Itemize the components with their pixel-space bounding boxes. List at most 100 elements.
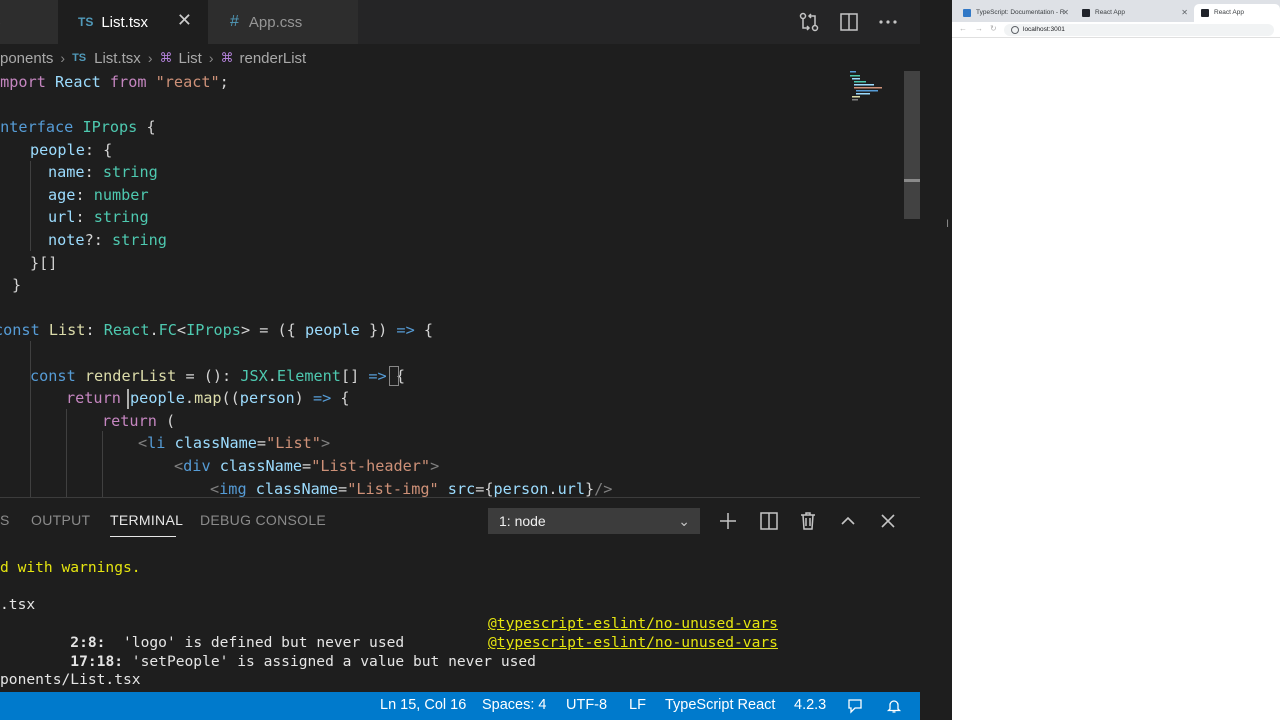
editor-tab-bar: › TS List.tsx ✕ # App.css (0, 0, 920, 44)
more-actions-icon[interactable] (876, 10, 900, 34)
code-line: <li className="List"> (138, 434, 331, 453)
chevron-right-icon: › (208, 50, 214, 66)
encoding-setting[interactable]: UTF-8 (566, 697, 607, 713)
react-favicon-icon (1082, 9, 1090, 17)
site-info-icon[interactable] (1011, 26, 1019, 34)
active-tab-indicator (110, 536, 176, 537)
editor-scrollbar[interactable] (904, 71, 920, 497)
terminal-line: ponents/List.tsx (0, 671, 141, 688)
terminal-line: 17:18: 'setPeople' is assigned a value b… (0, 633, 536, 670)
terminal-rule-link[interactable]: @typescript-eslint/no-unused-vars (488, 633, 778, 652)
bracket-match-highlight (389, 366, 399, 386)
chevron-right-icon: › (60, 50, 66, 66)
code-editor[interactable]: import React from "react"; interface IPr… (0, 71, 904, 497)
code-line: note?: string (48, 231, 167, 249)
browser-tab[interactable]: React App ✕ (1075, 4, 1193, 22)
close-icon[interactable]: ✕ (1181, 4, 1188, 22)
tab-output[interactable]: OUTPUT (31, 512, 90, 528)
tab-app-css[interactable]: # App.css (208, 0, 358, 44)
browser-viewport[interactable] (952, 38, 1280, 720)
tab-problems[interactable]: S (0, 512, 10, 528)
code-line: url: string (48, 208, 149, 227)
address-bar[interactable]: localhost:3001 (1004, 24, 1274, 36)
text-cursor-icon: I (946, 218, 950, 230)
css-file-icon: # (230, 13, 239, 30)
code-line: people: { (30, 140, 113, 159)
code-line: age: number (48, 185, 149, 204)
browser-window: TypeScript: Documentation - R ✕ React Ap… (952, 0, 1280, 720)
status-bar: Ln 15, Col 16 Spaces: 4 UTF-8 LF TypeScr… (0, 692, 920, 720)
terminal-message: 'setPeople' is assigned a value but neve… (123, 653, 536, 670)
notifications-bell-icon[interactable] (886, 698, 902, 714)
browser-tab-active[interactable]: React App (1194, 4, 1280, 22)
browser-toolbar: ← → ↻ localhost:3001 (952, 22, 1280, 38)
close-icon[interactable]: ✕ (177, 10, 192, 31)
cursor-position[interactable]: Ln 15, Col 16 (380, 697, 466, 713)
close-panel-icon[interactable] (878, 511, 898, 531)
bottom-panel: S OUTPUT TERMINAL DEBUG CONSOLE 1: node … (0, 497, 920, 692)
tab-debug-console[interactable]: DEBUG CONSOLE (200, 512, 326, 528)
terminal-select[interactable]: 1: node ⌄ (488, 508, 700, 534)
typescript-favicon-icon (963, 9, 971, 17)
browser-tab-label: React App (1095, 9, 1125, 16)
code-line: return people.map((person) => { (66, 389, 350, 408)
code-line: <div className="List-header"> (174, 457, 440, 475)
code-line: } (12, 276, 22, 295)
indent-guide (30, 161, 31, 251)
code-line: import React from "react"; (0, 73, 229, 91)
terminal-rule-link[interactable]: @typescript-eslint/no-unused-vars (488, 614, 778, 633)
add-terminal-icon[interactable] (718, 511, 738, 531)
terminal-select-value: 1: node (499, 513, 546, 529)
address-bar-url: localhost:3001 (1023, 26, 1065, 33)
close-icon[interactable]: ✕ (1062, 4, 1069, 22)
code-line: <img className="List-img" src={person.ur… (210, 479, 613, 497)
typescript-file-icon: TS (72, 52, 87, 64)
symbol-variable-icon: ⌘ (220, 50, 234, 65)
typescript-version[interactable]: 4.2.3 (794, 697, 826, 713)
language-mode[interactable]: TypeScript React (665, 697, 775, 713)
scrollbar-cursor-mark (904, 179, 920, 182)
tab-previous-file[interactable]: › (0, 0, 58, 44)
window-gap: I (920, 0, 952, 720)
terminal-line: 2:8: 'logo' is defined but never used (0, 614, 404, 651)
code-line: interface IProps { (0, 118, 156, 136)
reload-icon[interactable]: ↻ (990, 24, 997, 33)
indent-guide (66, 409, 67, 497)
feedback-icon[interactable] (847, 698, 863, 714)
tab-label: App.css (248, 13, 303, 31)
tab-label: List.tsx (101, 13, 149, 31)
terminal-output[interactable]: d with warnings. .tsx 2:8: 'logo' is def… (0, 553, 920, 693)
split-terminal-icon[interactable] (759, 511, 779, 531)
tab-terminal[interactable]: TERMINAL (110, 512, 183, 528)
symbol-variable-icon: ⌘ (159, 50, 173, 65)
chevron-up-icon[interactable] (838, 511, 858, 531)
terminal-line: d with warnings. (0, 559, 141, 576)
code-line: return ( (102, 411, 176, 430)
open-changes-icon[interactable] (797, 10, 821, 34)
code-line: const renderList = (): JSX.Element[] => … (30, 366, 405, 385)
breadcrumb-symbol[interactable]: renderList (240, 50, 307, 67)
browser-tab-strip: TypeScript: Documentation - R ✕ React Ap… (952, 0, 1280, 22)
breadcrumb-folder[interactable]: ponents (0, 50, 53, 67)
scrollbar-thumb[interactable] (904, 71, 920, 219)
terminal-line: .tsx (0, 596, 36, 613)
breadcrumb-symbol[interactable]: List (178, 50, 201, 67)
trash-icon[interactable] (798, 511, 818, 531)
tab-close-icon[interactable]: › (0, 14, 1, 30)
browser-tab[interactable]: TypeScript: Documentation - R ✕ (956, 4, 1074, 22)
eol-setting[interactable]: LF (629, 697, 646, 713)
tab-list-tsx[interactable]: TS List.tsx ✕ (58, 0, 208, 44)
back-arrow-icon[interactable]: ← (959, 24, 967, 33)
code-line: }[] (30, 253, 58, 272)
indentation-setting[interactable]: Spaces: 4 (482, 697, 547, 713)
split-editor-icon[interactable] (837, 10, 861, 34)
breadcrumb-file[interactable]: List.tsx (94, 50, 141, 67)
code-line: const List: React.FC<IProps> = ({ people… (0, 321, 434, 340)
chevron-right-icon: › (147, 50, 153, 66)
react-favicon-icon (1201, 9, 1209, 17)
forward-arrow-icon[interactable]: → (975, 24, 983, 33)
browser-tab-label: React App (1214, 9, 1244, 16)
minimap[interactable] (848, 71, 904, 131)
code-line: name: string (48, 163, 158, 182)
breadcrumb: ponents › TS List.tsx › ⌘ List › ⌘ rende… (0, 44, 920, 72)
